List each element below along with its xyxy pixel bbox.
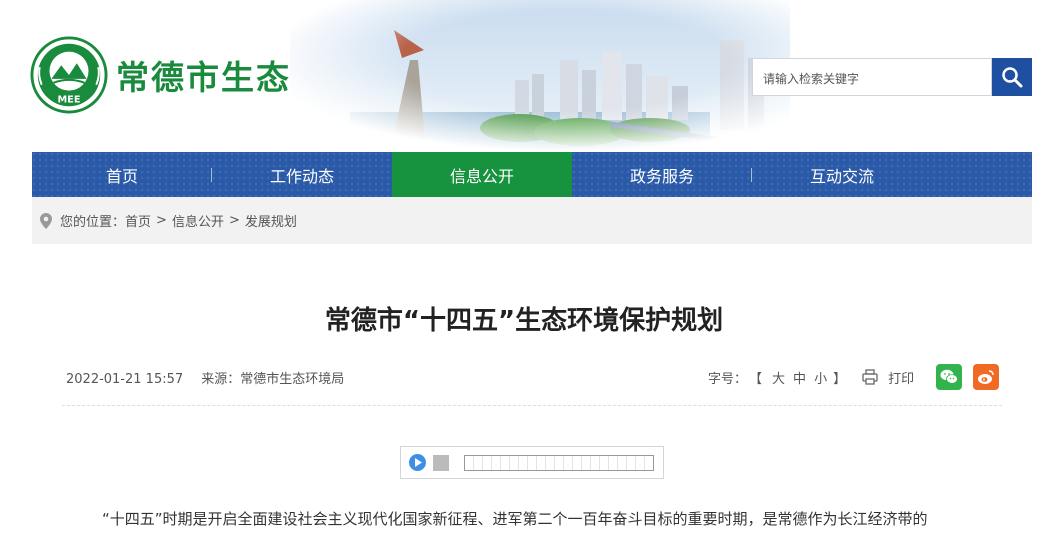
- search-input[interactable]: 请输入检索关键字: [752, 58, 992, 96]
- wechat-icon: [940, 369, 959, 384]
- nav-item-label: 工作动态: [269, 166, 334, 186]
- breadcrumb-separator: >: [156, 213, 167, 228]
- breadcrumb-separator: >: [228, 213, 240, 228]
- mee-emblem-icon: MEE: [30, 36, 108, 114]
- nav-item-label: 政务服务: [629, 166, 694, 186]
- font-size-small[interactable]: 小: [814, 368, 827, 387]
- font-size-large[interactable]: 大: [772, 368, 785, 387]
- article-tools: 字号： 【 大 中 小 】 打印: [708, 364, 1000, 390]
- audio-player: [400, 446, 664, 479]
- breadcrumb: 您的位置： 首页 > 信息公开 > 发展规划: [32, 197, 1032, 244]
- share-wechat-button[interactable]: [936, 364, 963, 390]
- audio-progress-bar[interactable]: [464, 454, 654, 471]
- article-paragraph: “十四五”时期是开启全面建设社会主义现代化国家新征程、进军第二个一百年奋斗目标的…: [102, 510, 928, 528]
- header: MEE 常德市生态环境局 请输入检索关键字: [0, 0, 1048, 152]
- breadcrumb-info-disclosure[interactable]: 信息公开: [172, 211, 224, 230]
- nav-item-label: 首页: [105, 166, 138, 186]
- logo-caption: MEE: [57, 94, 80, 105]
- font-size-label: 字号：: [708, 371, 748, 387]
- print-link[interactable]: 打印: [888, 368, 914, 387]
- print-icon[interactable]: [862, 369, 878, 385]
- breadcrumb-development-planning[interactable]: 发展规划: [245, 211, 297, 230]
- bracket-open: 【: [749, 371, 763, 387]
- weibo-icon: [978, 370, 994, 384]
- breadcrumb-home[interactable]: 首页: [125, 211, 151, 230]
- nav-item-label: 信息公开: [449, 166, 514, 186]
- city-banner-image: [290, 0, 790, 152]
- publish-datetime: 2022-01-21 15:57: [66, 372, 184, 387]
- nav-item-gov-services[interactable]: 政务服务: [572, 152, 752, 197]
- article-title: 常德市“十四五”生态环境保护规划: [324, 306, 724, 336]
- nav-item-home[interactable]: 首页: [32, 152, 212, 197]
- breadcrumb-prefix: 您的位置：: [60, 215, 126, 230]
- play-icon: [414, 458, 422, 467]
- search-button[interactable]: [992, 58, 1032, 96]
- article-source: 来源：常德市生态环境局: [201, 372, 345, 387]
- share-weibo-button[interactable]: [973, 364, 1000, 390]
- nav-item-label: 互动交流: [809, 166, 874, 186]
- main-nav: 首页 工作动态 信息公开 政务服务 互动交流: [32, 152, 1032, 197]
- meta-divider: [62, 405, 1002, 406]
- nav-item-info-disclosure[interactable]: 信息公开: [392, 152, 572, 197]
- play-button[interactable]: [409, 454, 426, 471]
- nav-item-interaction[interactable]: 互动交流: [752, 152, 932, 197]
- font-size-medium[interactable]: 中: [793, 368, 806, 387]
- search-icon: [1002, 67, 1023, 88]
- article-meta: 2022-01-21 15:57 来源：常德市生态环境局: [66, 368, 358, 387]
- location-pin-icon: [40, 212, 52, 229]
- stop-button[interactable]: [433, 454, 449, 471]
- bracket-close: 】: [833, 371, 847, 387]
- nav-item-work-news[interactable]: 工作动态: [212, 152, 392, 197]
